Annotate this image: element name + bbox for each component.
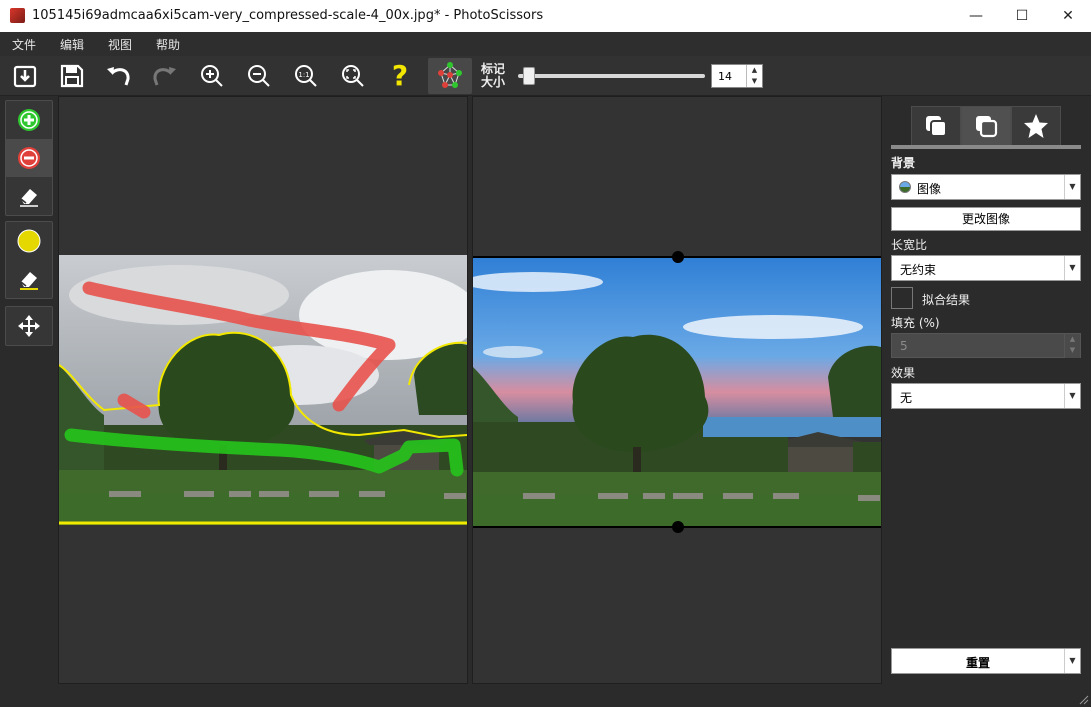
- menu-bar: 文件 编辑 视图 帮助: [0, 32, 1091, 56]
- background-marker-icon: [18, 147, 40, 169]
- background-label: 背景: [891, 156, 916, 170]
- tab-background[interactable]: [961, 106, 1011, 146]
- move-tool[interactable]: [6, 307, 52, 345]
- edge-eraser-tool[interactable]: [6, 260, 52, 298]
- actual-size-button[interactable]: 1:1: [289, 60, 323, 92]
- image-icon: [899, 181, 911, 193]
- marker-size-slider[interactable]: [518, 74, 705, 78]
- zoom-out-icon: [248, 65, 270, 87]
- spin-arrows-icon[interactable]: ▲ ▼: [746, 65, 762, 87]
- fit-window-button[interactable]: [336, 60, 370, 92]
- source-image[interactable]: [59, 255, 467, 525]
- foreground-tab-icon: [926, 116, 947, 137]
- actual-size-icon: 1:1: [295, 65, 317, 87]
- marker-size-spinbox[interactable]: 14 ▲ ▼: [711, 64, 763, 88]
- menu-file[interactable]: 文件: [0, 32, 48, 56]
- crop-handle-bottom[interactable]: [672, 521, 684, 533]
- tab-foreground[interactable]: [911, 106, 961, 146]
- redo-icon: [153, 67, 176, 86]
- result-image[interactable]: [473, 257, 881, 527]
- edge-tool-group: [5, 221, 53, 299]
- zoom-out-button[interactable]: [242, 60, 276, 92]
- help-button[interactable]: ?: [383, 60, 417, 92]
- spin-arrows-icon: ▲ ▼: [1064, 334, 1080, 358]
- move-tool-group: [5, 306, 53, 346]
- window-title: 105145i69admcaa6xi5cam-very_compressed-s…: [32, 8, 544, 23]
- eraser-icon: [20, 189, 38, 207]
- foreground-marker-icon: [18, 109, 40, 131]
- change-image-button[interactable]: 更改图像: [891, 207, 1081, 231]
- marker-size-label: 标记 大小: [481, 62, 506, 89]
- title-bar: 105145i69admcaa6xi5cam-very_compressed-s…: [0, 0, 1091, 32]
- background-tab-icon: [976, 116, 998, 138]
- open-button[interactable]: [8, 60, 42, 92]
- foreground-marker-tool[interactable]: [6, 101, 52, 139]
- result-photo-icon: [473, 257, 881, 527]
- fill-percent-spinbox[interactable]: 5 ▲ ▼: [891, 333, 1081, 358]
- save-button[interactable]: [55, 60, 89, 92]
- fill-percent-label: 填充 (%): [891, 316, 940, 330]
- effects-tab-icon: [1024, 114, 1048, 138]
- open-icon: [13, 65, 37, 88]
- effect-label: 效果: [891, 366, 916, 380]
- menu-help[interactable]: 帮助: [144, 32, 192, 56]
- app-icon: [10, 8, 25, 23]
- save-icon: [60, 64, 84, 88]
- auto-segment-button[interactable]: [428, 58, 472, 94]
- zoom-in-button[interactable]: [195, 60, 229, 92]
- tab-effects[interactable]: [1011, 106, 1061, 146]
- resize-grip-icon[interactable]: [1077, 693, 1089, 705]
- background-marker-tool[interactable]: [6, 139, 52, 177]
- edge-marker-tool[interactable]: [6, 222, 52, 260]
- panel-tabs: [911, 106, 1061, 146]
- undo-button[interactable]: [101, 60, 135, 92]
- undo-icon: [107, 67, 130, 86]
- effect-select[interactable]: 无 ▼: [891, 383, 1081, 409]
- edge-marker-icon: [17, 229, 41, 253]
- marker-size-value[interactable]: 14: [718, 70, 732, 83]
- redo-button[interactable]: [148, 60, 182, 92]
- auto-segment-icon: [438, 62, 462, 88]
- close-button[interactable]: ✕: [1045, 0, 1091, 32]
- move-icon: [18, 315, 40, 337]
- crop-handle-top[interactable]: [672, 251, 684, 263]
- background-type-select[interactable]: 图像 ▼: [891, 174, 1081, 200]
- reset-button[interactable]: 重置 ▼: [891, 648, 1081, 674]
- fit-result-checkbox[interactable]: [891, 287, 913, 309]
- chevron-down-icon: ▼: [1064, 384, 1080, 408]
- fit-result-label: 拟合结果: [922, 293, 971, 307]
- help-icon: ?: [391, 59, 409, 92]
- chevron-down-icon: ▼: [1064, 175, 1080, 199]
- marker-size-slider-thumb[interactable]: [522, 67, 535, 85]
- aspect-ratio-select[interactable]: 无约束 ▼: [891, 255, 1081, 281]
- fit-window-icon: [342, 65, 364, 87]
- edge-eraser-icon: [20, 272, 38, 290]
- aspect-ratio-label: 长宽比: [891, 238, 928, 252]
- zoom-in-icon: [201, 65, 223, 87]
- menu-view[interactable]: 视图: [96, 32, 144, 56]
- maximize-button[interactable]: ☐: [999, 0, 1045, 32]
- chevron-down-icon: ▼: [1064, 649, 1080, 673]
- source-photo-icon: [59, 255, 467, 525]
- minimize-button[interactable]: —: [953, 0, 999, 32]
- menu-edit[interactable]: 编辑: [48, 32, 96, 56]
- marker-tool-group: [5, 100, 53, 216]
- chevron-down-icon: ▼: [1064, 256, 1080, 280]
- eraser-tool[interactable]: [6, 177, 52, 215]
- tab-underline: [891, 145, 1081, 149]
- svg-text:1:1: 1:1: [298, 71, 309, 79]
